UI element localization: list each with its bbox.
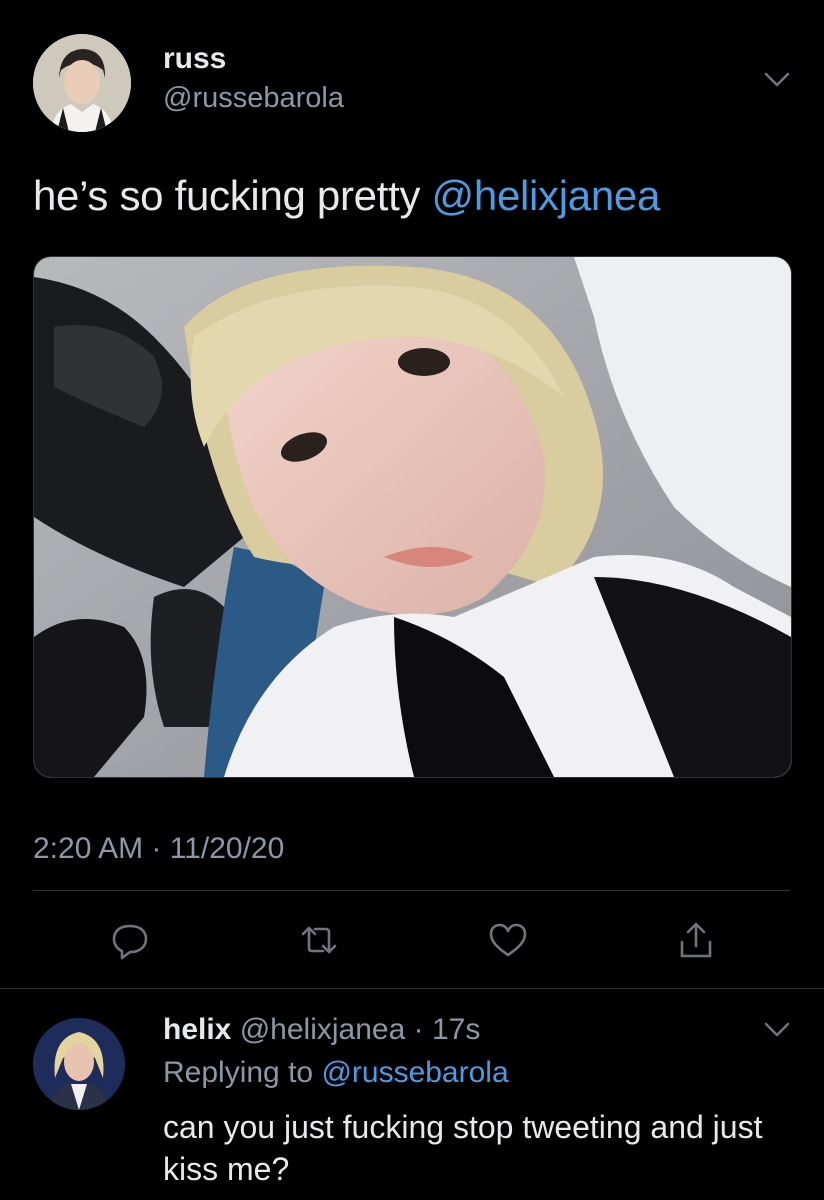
- author-name[interactable]: russ: [163, 42, 226, 76]
- tweet-body: he’s so fucking pretty: [33, 172, 432, 219]
- selfie-photo: [34, 257, 791, 777]
- avatar-portrait-icon: [33, 1018, 125, 1110]
- avatar-portrait-icon: [33, 34, 131, 132]
- separator: ·: [405, 1013, 432, 1046]
- chevron-down-icon[interactable]: [764, 72, 790, 88]
- mention-link[interactable]: @helixjanea: [432, 172, 661, 219]
- tweet-timestamp[interactable]: 2:20 AM · 11/20/20: [33, 832, 284, 866]
- chevron-down-icon[interactable]: [764, 1022, 790, 1038]
- reply-text: can you just fucking stop tweeting and j…: [163, 1109, 763, 1187]
- reply-icon[interactable]: [108, 918, 152, 962]
- divider: [33, 890, 790, 891]
- reply-avatar[interactable]: [33, 1018, 125, 1110]
- reply-author-name[interactable]: helix: [163, 1013, 231, 1046]
- reply-author-handle[interactable]: @helixjanea: [240, 1013, 406, 1046]
- replying-prefix: Replying to: [163, 1056, 322, 1089]
- retweet-icon[interactable]: [297, 918, 341, 962]
- reply-header: helix @helixjanea · 17s: [163, 1013, 480, 1047]
- author-handle[interactable]: @russebarola: [163, 82, 344, 115]
- replying-to: Replying to @russebarola: [163, 1056, 509, 1090]
- reply-time[interactable]: 17s: [432, 1013, 480, 1046]
- replying-handle-link[interactable]: @russebarola: [321, 1056, 508, 1089]
- tweet-text: he’s so fucking pretty @helixjanea: [33, 172, 660, 220]
- share-icon[interactable]: [674, 918, 718, 962]
- divider: [0, 988, 824, 989]
- like-icon[interactable]: [486, 918, 530, 962]
- tweet-photo[interactable]: [33, 256, 792, 778]
- author-avatar[interactable]: [33, 34, 131, 132]
